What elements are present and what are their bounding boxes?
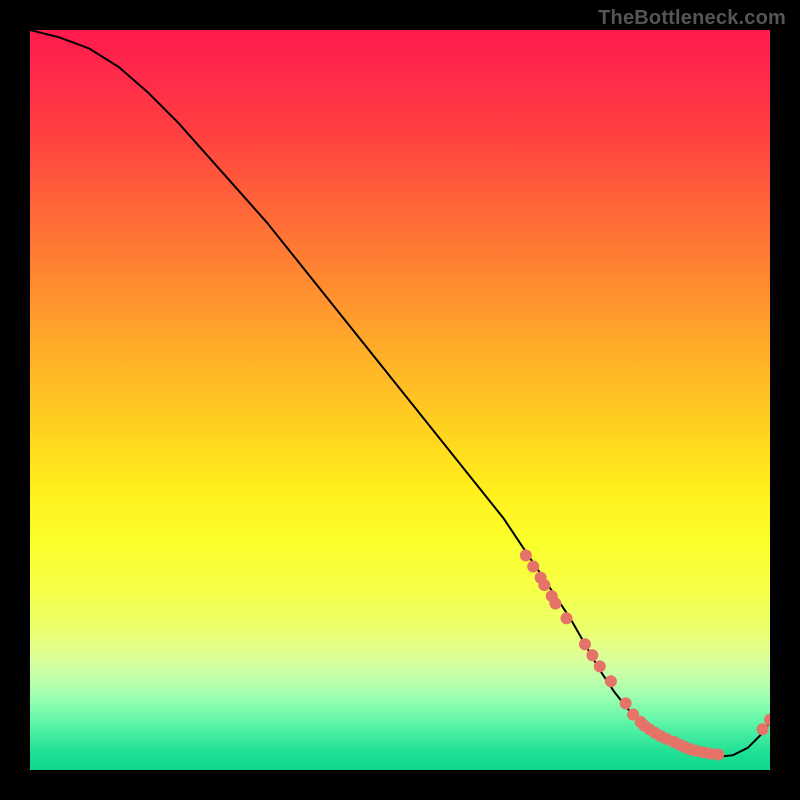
chart-root: TheBottleneck.com <box>0 0 800 800</box>
gradient-background <box>30 30 770 770</box>
plot-area <box>30 30 770 770</box>
watermark-text: TheBottleneck.com <box>598 8 786 28</box>
